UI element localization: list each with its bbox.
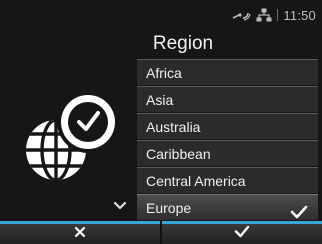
status-icons: 11:50: [231, 5, 316, 25]
status-separator: [277, 9, 279, 21]
list-item-label: Asia: [146, 92, 174, 108]
list-item-asia[interactable]: Asia: [137, 86, 318, 112]
wifi-signal-icon: [231, 9, 252, 21]
close-icon: [74, 225, 86, 243]
list-item-label: Central America: [146, 173, 246, 189]
bottom-action-bar: [0, 221, 322, 244]
status-time: 11:50: [283, 7, 316, 23]
list-item-label: Europe: [146, 200, 192, 216]
list-item-africa[interactable]: Africa: [137, 59, 318, 85]
list-item-label: Australia: [146, 119, 201, 135]
globe-clock-icon: [22, 88, 120, 184]
list-item-caribbean[interactable]: Caribbean: [137, 140, 318, 166]
status-bar: 11:50: [0, 0, 322, 30]
chevron-down-icon[interactable]: [112, 199, 128, 211]
list-item-central-america[interactable]: Central America: [137, 167, 318, 193]
cancel-button[interactable]: [0, 224, 160, 244]
checkmark-icon: [290, 201, 308, 219]
checkmark-icon: [234, 225, 250, 243]
list-item-europe[interactable]: Europe: [137, 194, 318, 220]
confirm-button[interactable]: [162, 224, 322, 244]
list-item-australia[interactable]: Australia: [137, 113, 318, 139]
list-item-label: Caribbean: [146, 146, 211, 162]
region-list[interactable]: Africa Asia Australia Caribbean Central …: [137, 59, 320, 221]
page-title: Region: [152, 33, 214, 54]
list-item-label: Africa: [146, 65, 182, 81]
region-settings-screen: 11:50 Region Africa Asia Australia Carib…: [0, 0, 322, 244]
network-icon: [256, 8, 272, 22]
